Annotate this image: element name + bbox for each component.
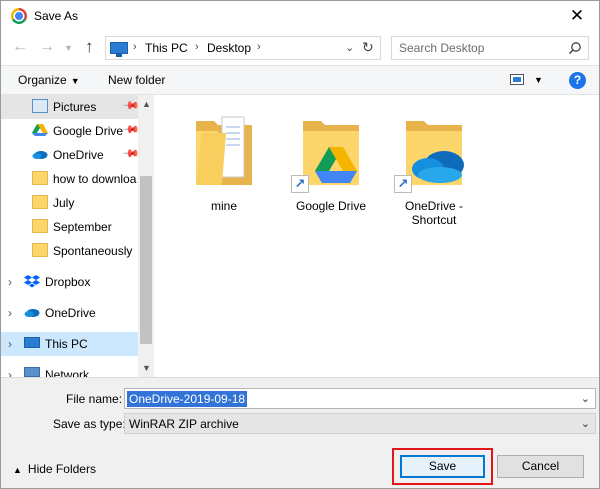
organize-label: Organize (18, 73, 67, 87)
save-as-dialog: Save As ✕ ← → ▼ ↑ › This PC › Desktop › … (0, 0, 600, 489)
sidebar-item-network[interactable]: › Network (1, 363, 138, 377)
file-name-field[interactable]: OneDrive-2019-09-18 ⌄ (124, 388, 596, 409)
google-drive-icon (32, 124, 48, 136)
sidebar-item-label: Pictures (53, 100, 97, 114)
navigation-bar: ← → ▼ ↑ › This PC › Desktop › ⌄ ↻ (1, 31, 599, 65)
chrome-icon (11, 8, 27, 24)
view-options-chevron-icon[interactable]: ▼ (534, 75, 543, 85)
sidebar-item-how-to-download[interactable]: how to downloa (1, 167, 138, 191)
network-icon (24, 367, 40, 377)
sidebar-scrollbar-thumb[interactable] (140, 176, 152, 344)
file-name-value[interactable]: OneDrive-2019-09-18 (127, 391, 248, 407)
scroll-down-icon[interactable]: ▼ (142, 363, 151, 373)
file-name: Google Drive (295, 199, 367, 213)
sidebar-item-spontaneously[interactable]: Spontaneously (1, 239, 138, 263)
file-item-google-drive[interactable]: ↗ Google Drive (286, 95, 376, 225)
this-pc-icon (110, 42, 128, 57)
chevron-right-icon[interactable]: › (195, 41, 199, 53)
sidebar-item-label: This PC (45, 337, 88, 351)
refresh-icon[interactable]: ↻ (362, 39, 374, 56)
search-icon[interactable] (568, 41, 582, 55)
hide-folders-button[interactable]: ▲ Hide Folders (13, 462, 96, 476)
folder-icon (32, 243, 48, 257)
onedrive-icon (24, 309, 40, 317)
chevron-down-icon[interactable]: ⌄ (581, 417, 590, 430)
save-options-panel: File name: OneDrive-2019-09-18 ⌄ Save as… (1, 377, 599, 488)
breadcrumb-this-pc[interactable]: This PC (145, 41, 188, 55)
sidebar-item-july[interactable]: July (1, 191, 138, 215)
navigation-pane: Pictures 📌 Google Drive 📌 OneDrive 📌 how… (1, 95, 154, 377)
chevron-right-icon[interactable]: › (8, 306, 12, 320)
close-icon: ✕ (569, 6, 585, 25)
help-icon[interactable]: ? (569, 72, 586, 89)
up-button[interactable]: ↑ (85, 38, 94, 55)
sidebar-item-pictures[interactable]: Pictures 📌 (1, 95, 140, 119)
folder-icon (32, 195, 48, 209)
file-name-label: File name: (66, 392, 123, 406)
chevron-right-icon[interactable]: › (8, 368, 12, 377)
forward-button[interactable]: → (39, 39, 55, 55)
shortcut-arrow-icon: ↗ (291, 175, 309, 193)
breadcrumb-desktop[interactable]: Desktop (207, 41, 251, 55)
chevron-up-icon: ▲ (13, 465, 22, 475)
cancel-button[interactable]: Cancel (497, 455, 584, 478)
sidebar-item-this-pc[interactable]: › This PC (1, 332, 138, 356)
chevron-right-icon[interactable]: › (8, 337, 12, 351)
file-item-onedrive-shortcut[interactable]: ↗ OneDrive - Shortcut (389, 95, 479, 227)
chevron-right-icon[interactable]: › (8, 275, 12, 289)
sidebar-item-onedrive[interactable]: OneDrive 📌 (1, 143, 140, 167)
search-box[interactable] (391, 36, 589, 60)
title-bar: Save As ✕ (1, 1, 599, 31)
onedrive-icon (32, 151, 48, 159)
recent-locations-chevron-icon[interactable]: ▼ (64, 40, 73, 56)
change-view-icon[interactable] (510, 74, 524, 85)
sidebar-item-onedrive-root[interactable]: › OneDrive (1, 301, 138, 325)
search-input[interactable] (399, 38, 569, 58)
sidebar-item-label: how to downloa (53, 172, 137, 186)
dialog-title: Save As (34, 9, 79, 23)
folder-icon (32, 171, 48, 185)
folder-icon (32, 219, 48, 233)
chevron-down-icon: ▼ (70, 76, 80, 86)
address-dropdown-icon[interactable]: ⌄ (345, 41, 354, 54)
dropbox-icon (24, 275, 40, 288)
sidebar-item-label: Spontaneously (53, 244, 133, 258)
chevron-down-icon[interactable]: ⌄ (581, 392, 590, 405)
shortcut-arrow-icon: ↗ (394, 175, 412, 193)
sidebar-item-label: OneDrive (53, 148, 104, 162)
this-pc-icon (24, 337, 40, 348)
chevron-right-icon[interactable]: › (133, 41, 137, 53)
back-button[interactable]: ← (12, 39, 28, 55)
sidebar-item-label: Google Drive (53, 124, 124, 138)
scroll-up-icon[interactable]: ▲ (142, 99, 151, 109)
file-item-mine[interactable]: mine (179, 95, 269, 225)
chevron-right-icon[interactable]: › (257, 41, 261, 53)
sidebar-item-label: OneDrive (45, 306, 96, 320)
save-type-label: Save as type: (53, 417, 126, 431)
sidebar-item-google-drive[interactable]: Google Drive 📌 (1, 119, 140, 143)
save-type-value: WinRAR ZIP archive (129, 417, 239, 431)
pictures-icon (32, 99, 48, 113)
address-bar[interactable]: › This PC › Desktop › ⌄ ↻ (105, 36, 381, 60)
sidebar-item-label: September (53, 220, 112, 234)
sidebar-item-label: July (53, 196, 75, 210)
new-folder-button[interactable]: New folder (108, 73, 165, 87)
command-toolbar: Organize ▼ New folder ▼ ? (1, 65, 599, 95)
sidebar-item-september[interactable]: September (1, 215, 138, 239)
hide-folders-label: Hide Folders (27, 462, 96, 476)
organize-button[interactable]: Organize ▼ (18, 73, 80, 87)
close-button[interactable]: ✕ (555, 1, 599, 31)
sidebar-item-label: Network (45, 368, 90, 377)
file-name: mine (210, 199, 237, 213)
sidebar-item-dropbox[interactable]: › Dropbox (1, 270, 138, 294)
save-type-select[interactable]: WinRAR ZIP archive ⌄ (124, 413, 596, 434)
save-button[interactable]: Save (400, 455, 485, 478)
file-list: mine ↗ Google Drive ↗ OneDrive - Shortcu… (154, 95, 599, 377)
sidebar-item-label: Dropbox (45, 275, 91, 289)
file-name: OneDrive - Shortcut (404, 199, 463, 227)
folder-icon (196, 116, 252, 185)
